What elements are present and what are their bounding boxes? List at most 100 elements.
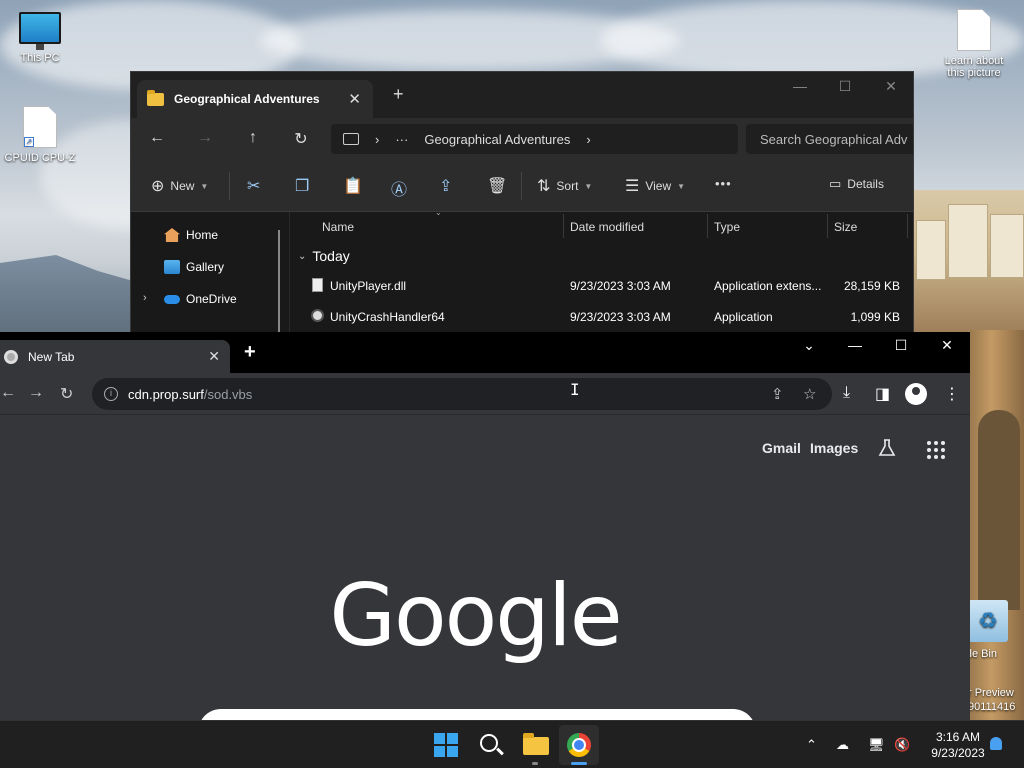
rename-button[interactable]: Ⓐ [391, 176, 407, 200]
file-icon [957, 9, 991, 51]
labs-flask-icon[interactable] [877, 438, 897, 458]
details-button[interactable]: ▭ Details [829, 176, 884, 192]
close-button[interactable]: ✕ [932, 337, 962, 354]
column-divider[interactable] [707, 214, 708, 238]
column-divider[interactable] [907, 214, 908, 238]
column-header-date[interactable]: Date modified [570, 220, 644, 234]
tab-search-button[interactable]: ⌄ [794, 337, 824, 354]
breadcrumb-ellipsis[interactable]: ··· [395, 132, 408, 147]
plus-circle-icon: ⊕ [151, 178, 165, 195]
nav-item-gallery[interactable]: Gallery [164, 260, 224, 274]
sort-button[interactable]: ⇅ Sort ▼ [537, 176, 592, 196]
more-options-button[interactable]: ••• [715, 176, 732, 191]
apps-grid-icon[interactable] [927, 441, 945, 459]
start-button[interactable] [430, 729, 462, 761]
app-file-icon [311, 309, 324, 322]
cut-button[interactable]: ✂ [247, 176, 260, 196]
explorer-search-input[interactable]: Search Geographical Adv [746, 124, 913, 154]
desktop-icon-this-pc[interactable]: This PC [2, 12, 78, 64]
side-panel-icon[interactable]: ◨ [875, 384, 890, 404]
new-tab-button[interactable]: + [244, 341, 256, 364]
desktop-icon-recycle-bin[interactable]: ♻ cle Bin [964, 600, 1024, 660]
file-size: 1,099 KB [850, 310, 900, 324]
system-clock[interactable]: 3:16 AM 9/23/2023 [918, 729, 998, 761]
chevron-down-icon: ▼ [200, 181, 209, 191]
desktop-icon-learn-picture[interactable]: Learn about this picture [936, 9, 1012, 79]
paste-button[interactable]: 📋 [343, 176, 363, 196]
view-button[interactable]: ☰ View ▼ [625, 176, 685, 196]
desktop-icon-cpuz[interactable]: ↗ CPUID CPU-Z [2, 106, 78, 164]
column-header-size[interactable]: Size [834, 220, 857, 234]
file-row[interactable]: UnityCrashHandler64 9/23/2023 3:03 AM Ap… [290, 303, 913, 332]
running-indicator [532, 762, 538, 765]
search-button[interactable] [475, 729, 507, 761]
maximize-button[interactable]: ☐ [830, 78, 860, 95]
address-bar[interactable]: › ··· Geographical Adventures › [331, 124, 738, 154]
back-arrow-icon[interactable]: ← [0, 384, 16, 402]
explorer-tab[interactable]: Geographical Adventures ✕ [137, 80, 373, 118]
close-button[interactable]: ✕ [876, 78, 906, 95]
network-icon[interactable]: 🖥 [868, 737, 885, 753]
minimize-button[interactable]: — [785, 78, 815, 94]
chevron-right-icon[interactable]: › [143, 292, 147, 304]
breadcrumb-current[interactable]: Geographical Adventures [424, 132, 570, 147]
copy-button[interactable]: ❐ [295, 176, 309, 196]
clock-date: 9/23/2023 [931, 746, 985, 760]
divider [521, 172, 522, 200]
nav-scrollbar[interactable] [278, 230, 280, 332]
file-explorer-taskbar-button[interactable] [519, 729, 551, 761]
images-link[interactable]: Images [810, 440, 858, 456]
column-header-name[interactable]: Name [322, 220, 354, 234]
onedrive-tray-icon[interactable]: ☁ [836, 737, 849, 753]
new-button[interactable]: ⊕ New ▼ [151, 176, 208, 196]
forward-arrow-icon[interactable]: → [193, 129, 217, 147]
desktop-icon-label: Learn about this picture [944, 55, 1004, 79]
new-tab-button[interactable]: + [393, 84, 404, 105]
group-header-today[interactable]: ⌄ Today [298, 248, 350, 264]
column-header-type[interactable]: Type [714, 220, 740, 234]
back-arrow-icon[interactable]: ← [145, 129, 169, 147]
close-tab-icon[interactable]: ✕ [348, 90, 361, 108]
info-icon[interactable]: i [104, 387, 118, 401]
minimize-button[interactable]: — [840, 337, 870, 353]
breadcrumb-chevron[interactable]: › [586, 132, 590, 147]
profile-avatar-icon[interactable] [905, 383, 927, 405]
building [916, 220, 946, 280]
address-bar[interactable]: i cdn.prop.surf/sod.vbs [92, 378, 832, 410]
gmail-link[interactable]: Gmail [762, 440, 801, 456]
chevron-up-icon[interactable]: ⌃ [806, 737, 817, 753]
reload-icon[interactable]: ↻ [60, 384, 73, 404]
nav-item-onedrive[interactable]: OneDrive [164, 292, 237, 306]
sort-button-label: Sort [556, 179, 579, 193]
refresh-icon[interactable]: ↻ [289, 129, 313, 149]
explorer-command-bar: ⊕ New ▼ ✂ ❐ 📋 Ⓐ ⇪ 🗑 ⇅ Sort ▼ ☰ View ▼ ••… [131, 160, 913, 212]
menu-kebab-icon[interactable]: ⋮ [944, 384, 960, 404]
gallery-icon [164, 260, 180, 274]
download-icon[interactable]: ⤓ [843, 384, 850, 402]
volume-muted-icon[interactable]: 🔇 [894, 737, 910, 753]
forward-arrow-icon[interactable]: → [28, 384, 44, 402]
chevron-down-icon: ▼ [584, 181, 593, 191]
scissors-icon: ✂ [247, 178, 261, 195]
bookmark-star-icon[interactable]: ☆ [803, 385, 816, 403]
notification-bell-icon[interactable] [990, 737, 1002, 750]
file-type: Application [714, 310, 773, 324]
close-tab-icon[interactable]: ✕ [208, 348, 220, 365]
share-icon[interactable]: ⇪ [771, 385, 784, 403]
file-explorer-window: Geographical Adventures ✕ + — ☐ ✕ ← → ↑ … [130, 71, 914, 333]
column-divider[interactable] [563, 214, 564, 238]
delete-button[interactable]: 🗑 [487, 176, 507, 196]
watermark-line: r Preview [968, 687, 1014, 699]
maximize-button[interactable]: ☐ [886, 337, 916, 354]
chrome-tab[interactable]: New Tab ✕ [0, 340, 230, 373]
column-divider[interactable] [827, 214, 828, 238]
share-button[interactable]: ⇪ [439, 176, 452, 196]
chrome-taskbar-button[interactable] [563, 729, 595, 761]
taskbar: ⌃ ☁ 🖥 🔇 3:16 AM 9/23/2023 [0, 720, 1024, 768]
up-arrow-icon[interactable]: ↑ [241, 129, 265, 147]
divider [229, 172, 230, 200]
home-icon [164, 228, 180, 242]
file-row[interactable]: UnityPlayer.dll 9/23/2023 3:03 AM Applic… [290, 272, 913, 302]
file-type: Application extens... [714, 279, 822, 293]
nav-item-home[interactable]: Home [164, 228, 218, 242]
